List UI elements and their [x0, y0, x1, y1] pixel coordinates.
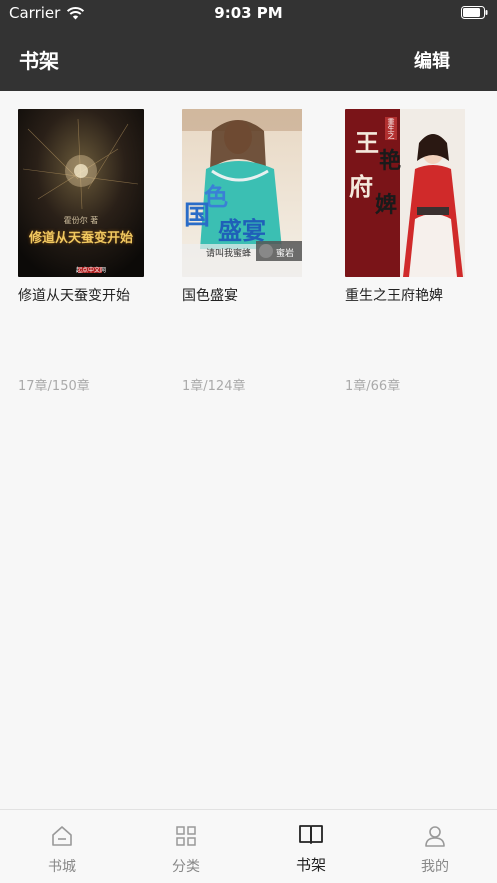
bookshelf: 霍份尔 著 修道从天蚕变开始 起点中文网 修道从天蚕变开始 17章/150章 色… — [0, 91, 497, 809]
book-icon — [299, 825, 323, 844]
cover-title-part: 盛宴 — [218, 216, 266, 245]
status-bar: Carrier 9:03 PM — [0, 0, 497, 26]
cover-title-part: 王 — [355, 128, 379, 157]
book-title[interactable]: 重生之王府艳婢 — [345, 285, 473, 305]
book-cover[interactable]: 霍份尔 著 修道从天蚕变开始 起点中文网 — [18, 109, 144, 277]
battery-icon — [461, 6, 488, 19]
cover-title-part: 艳 — [379, 148, 402, 174]
cover-badge: 蜜岩 — [276, 249, 295, 259]
cover-title-part: 婢 — [375, 192, 398, 218]
book-title[interactable]: 修道从天蚕变开始 — [18, 285, 146, 305]
cover-title-part: 府 — [349, 172, 373, 201]
status-time: 9:03 PM — [214, 4, 283, 22]
grid-icon — [176, 826, 196, 846]
tab-category[interactable]: 分类 — [124, 810, 248, 883]
user-icon — [425, 826, 445, 847]
cover-badge: 起点中文网 — [76, 267, 107, 274]
tab-label: 分类 — [172, 859, 200, 875]
page-title: 书架 — [19, 49, 59, 73]
cover-art — [18, 109, 144, 277]
tab-bookstore[interactable]: 书城 — [0, 810, 124, 883]
cover-subtitle: 重生之 — [385, 117, 397, 140]
book-item[interactable]: 王 府 艳 婢 重生之 重生之王府艳婢 1章/66章 — [345, 109, 473, 394]
book-progress: 1章/124章 — [182, 379, 246, 394]
home-icon — [52, 826, 72, 846]
book-cover[interactable]: 色 国 盛宴 请叫我蜜蜂 蜜岩 — [182, 109, 308, 277]
book-item[interactable]: 色 国 盛宴 请叫我蜜蜂 蜜岩 国色盛宴 1章/124章 — [182, 109, 310, 394]
tab-bar: 书城 分类 书架 我的 — [0, 809, 497, 883]
cover-author: 请叫我蜜蜂 — [206, 249, 252, 259]
edit-button[interactable]: 编辑 — [414, 47, 450, 73]
tab-bookshelf[interactable]: 书架 — [249, 810, 373, 883]
book-progress: 17章/150章 — [18, 379, 90, 394]
book-cover[interactable]: 王 府 艳 婢 重生之 — [345, 109, 471, 277]
tab-label: 书架 — [295, 856, 326, 874]
book-title[interactable]: 国色盛宴 — [182, 285, 310, 305]
cover-title: 修道从天蚕变开始 — [28, 231, 133, 246]
cover-title-part: 国 — [184, 201, 211, 231]
tab-label: 书城 — [48, 859, 76, 875]
top-bar: Carrier 9:03 PM 书架 编辑 — [0, 0, 497, 91]
tab-label: 我的 — [421, 859, 449, 875]
book-item[interactable]: 霍份尔 著 修道从天蚕变开始 起点中文网 修道从天蚕变开始 17章/150章 — [18, 109, 146, 394]
cover-author: 霍份尔 著 — [63, 216, 99, 225]
book-progress: 1章/66章 — [345, 379, 401, 394]
tab-profile[interactable]: 我的 — [373, 810, 497, 883]
